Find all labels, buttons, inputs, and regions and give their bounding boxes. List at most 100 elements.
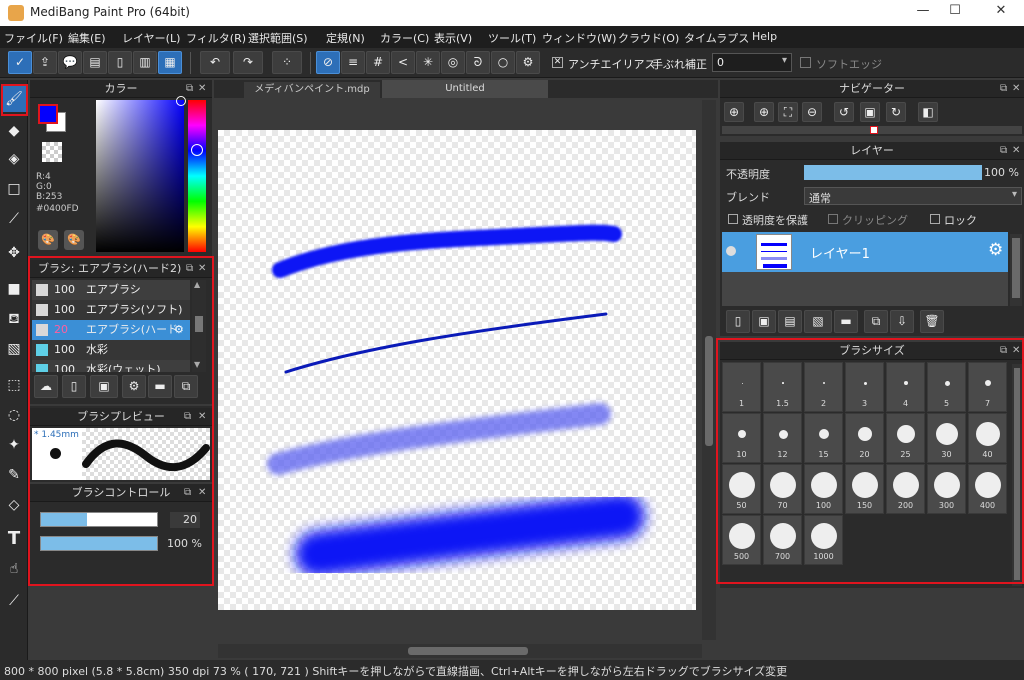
brush-size-preset[interactable]: 70 [763, 464, 802, 514]
brush-size-preset[interactable]: 700 [763, 515, 802, 565]
stabilizer-select[interactable]: 0 ▾ [712, 53, 792, 72]
grid-snap-icon[interactable]: # [366, 51, 390, 74]
foreground-color-swatch[interactable] [38, 104, 58, 124]
duplicate-layer-icon[interactable]: ⧉ [864, 310, 888, 333]
text-tool-icon[interactable]: T [2, 526, 26, 552]
scroll-thumb[interactable] [1014, 368, 1020, 580]
brush-opacity-value[interactable]: 100 % [164, 536, 202, 552]
new-layer-1bit-icon[interactable]: ▤ [778, 310, 802, 333]
menu-layer[interactable]: レイヤー(L) [122, 30, 180, 46]
scroll-thumb[interactable] [195, 316, 203, 332]
brush-list-scrollbar[interactable]: ▲ ▼ [192, 280, 206, 372]
undo-icon[interactable]: ↶ [200, 51, 230, 74]
protect-alpha-checkbox[interactable] [728, 214, 738, 224]
zoom-out-icon[interactable]: ⊖ [802, 102, 822, 122]
scroll-thumb[interactable] [408, 647, 528, 655]
reset-view-icon[interactable]: ▣ [860, 102, 880, 122]
comment-icon[interactable]: 💬 [58, 51, 82, 74]
menu-ruler[interactable]: 定規(N) [326, 30, 365, 46]
menu-view[interactable]: 表示(V) [434, 30, 472, 46]
palette-settings-icon[interactable]: 🎨 [64, 230, 84, 250]
brush-folder-icon[interactable]: ▬ [148, 375, 172, 398]
download-brush-icon[interactable]: ☁ [34, 375, 58, 398]
brush-size-preset[interactable]: 30 [927, 413, 966, 463]
bucket-tool-icon[interactable]: ⛾ [2, 306, 26, 332]
saturation-value-picker[interactable] [96, 100, 184, 252]
layer-list-scrollbar[interactable] [1010, 234, 1022, 306]
transparent-color-swatch[interactable] [42, 142, 62, 162]
rectangle-tool-icon[interactable]: □ [2, 176, 26, 202]
zoom-in-icon[interactable]: ⊕ [754, 102, 774, 122]
brush-size-preset[interactable]: 400 [968, 464, 1007, 514]
eyedropper-icon[interactable]: ⟋ [2, 588, 26, 614]
menu-file[interactable]: ファイル(F) [4, 30, 63, 46]
menu-selection[interactable]: 選択範囲(S) [248, 30, 308, 46]
new-brush-icon[interactable]: ▯ [62, 375, 86, 398]
brush-size-preset[interactable]: 1.5 [763, 362, 802, 412]
scroll-thumb[interactable] [1012, 238, 1020, 298]
new-layer-icon[interactable]: ▯ [726, 310, 750, 333]
rotate-left-icon[interactable]: ↺ [834, 102, 854, 122]
navigator-slider[interactable] [722, 126, 1022, 134]
radial-snap-icon[interactable]: ✳ [416, 51, 440, 74]
navigator-slider-thumb[interactable] [870, 126, 878, 134]
vanishing-snap-icon[interactable]: < [391, 51, 415, 74]
brush-size-preset[interactable]: 1000 [804, 515, 843, 565]
brush-size-preset[interactable]: 2 [804, 362, 843, 412]
brush-size-slider[interactable] [40, 512, 158, 527]
brush-size-preset[interactable]: 12 [763, 413, 802, 463]
gear-icon[interactable]: ⚙ [988, 240, 1003, 260]
antialias-checkbox[interactable]: ✕ [552, 57, 563, 68]
minimize-button[interactable]: — [908, 3, 938, 23]
zoom-fit-icon[interactable]: ⊕ [724, 102, 744, 122]
circle-snap-icon[interactable]: ◎ [441, 51, 465, 74]
layer-opacity-slider[interactable] [804, 165, 982, 180]
hue-slider[interactable] [188, 100, 206, 252]
menu-timelapse[interactable]: タイムラプス [684, 30, 749, 46]
close-icon[interactable]: ✕ [198, 484, 206, 502]
undock-icon[interactable]: ⧉ [1000, 142, 1007, 160]
menu-help[interactable]: Help [752, 30, 777, 43]
add-brush-icon[interactable]: ▣ [90, 375, 118, 398]
duplicate-brush-icon[interactable]: ⧉ [174, 375, 198, 398]
menu-filter[interactable]: フィルタ(R) [186, 30, 246, 46]
redo-icon[interactable]: ↷ [233, 51, 263, 74]
undock-icon[interactable]: ⧉ [184, 408, 191, 426]
fit-screen-icon[interactable]: ⛶ [778, 102, 798, 122]
rotate-right-icon[interactable]: ↻ [886, 102, 906, 122]
move-tool-icon[interactable]: ✥ [2, 240, 26, 266]
menu-window[interactable]: ウィンドウ(W) [542, 30, 616, 46]
select-tool-icon[interactable]: ⬚ [2, 372, 26, 398]
undock-icon[interactable]: ⧉ [1000, 342, 1007, 360]
layer-folder-icon[interactable]: ▬ [834, 310, 858, 333]
clipping-checkbox[interactable] [828, 214, 838, 224]
brush-opacity-slider[interactable] [40, 536, 158, 551]
tab-mdp[interactable]: メディバンペイント.mdp [244, 82, 380, 98]
brush-size-preset[interactable]: 40 [968, 413, 1007, 463]
brush-size-preset[interactable]: 25 [886, 413, 925, 463]
chat-icon[interactable]: ▤ [83, 51, 107, 74]
fill-rect-icon[interactable]: ■ [2, 276, 26, 302]
scroll-down-icon[interactable]: ▼ [194, 360, 200, 369]
flip-icon[interactable]: ◧ [918, 102, 938, 122]
brush-size-preset[interactable]: 4 [886, 362, 925, 412]
menu-color[interactable]: カラー(C) [380, 30, 429, 46]
canvas-vertical-scrollbar[interactable] [702, 100, 716, 640]
brush-size-preset[interactable]: 200 [886, 464, 925, 514]
brush-size-preset[interactable]: 7 [968, 362, 1007, 412]
ellipse-snap-icon[interactable]: ○ [491, 51, 515, 74]
lasso-tool-icon[interactable]: ◌ [2, 402, 26, 428]
pages-icon[interactable]: ▥ [133, 51, 157, 74]
canvas-horizontal-scrollbar[interactable] [218, 644, 702, 658]
brush-size-preset[interactable]: 5 [927, 362, 966, 412]
drawing-canvas[interactable] [218, 130, 696, 610]
lock-checkbox[interactable] [930, 214, 940, 224]
select-pen-icon[interactable]: ✎ [2, 462, 26, 488]
scroll-thumb[interactable] [705, 336, 713, 446]
menu-tool[interactable]: ツール(T) [488, 30, 536, 46]
scroll-up-icon[interactable]: ▲ [194, 280, 200, 289]
new-layer-halftone-icon[interactable]: ▣ [752, 310, 776, 333]
select-eraser-icon[interactable]: ◇ [2, 492, 26, 518]
page-icon[interactable]: ▯ [108, 51, 132, 74]
close-icon[interactable]: ✕ [1012, 342, 1020, 360]
